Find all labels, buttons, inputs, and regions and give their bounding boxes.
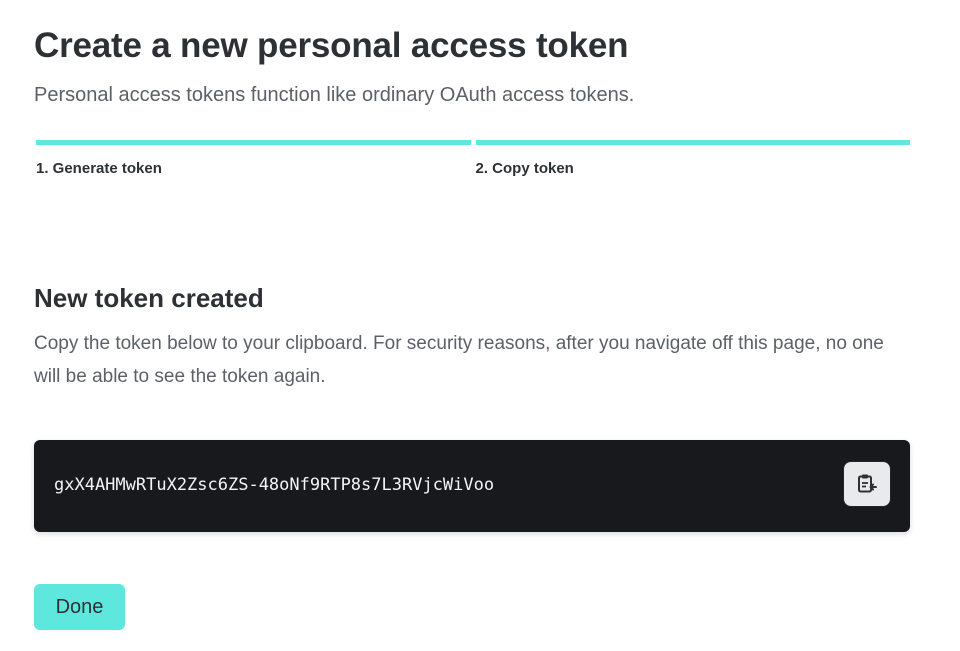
token-box: gxX4AHMwRTuX2Zsc6ZS-48oNf9RTP8s7L3RVjcWi…: [34, 440, 910, 532]
section-title: New token created: [34, 283, 264, 313]
step-progress-bar: [36, 140, 471, 145]
step-copy-token: 2. Copy token: [475, 140, 910, 177]
done-button[interactable]: Done: [34, 584, 125, 630]
step-generate-token: 1. Generate token: [36, 140, 471, 177]
page-subtitle: Personal access tokens function like ord…: [34, 84, 635, 106]
token-value[interactable]: gxX4AHMwRTuX2Zsc6ZS-48oNf9RTP8s7L3RVjcWi…: [54, 475, 494, 495]
step-label: 2. Copy token: [475, 160, 574, 177]
stepper: 1. Generate token 2. Copy token: [36, 140, 910, 177]
step-progress-bar: [475, 140, 910, 145]
copy-token-button[interactable]: [844, 462, 890, 506]
section-description: Copy the token below to your clipboard. …: [34, 333, 884, 387]
clipboard-copy-icon: [856, 473, 878, 495]
step-label: 1. Generate token: [36, 160, 162, 177]
page-title: Create a new personal access token: [34, 26, 629, 65]
